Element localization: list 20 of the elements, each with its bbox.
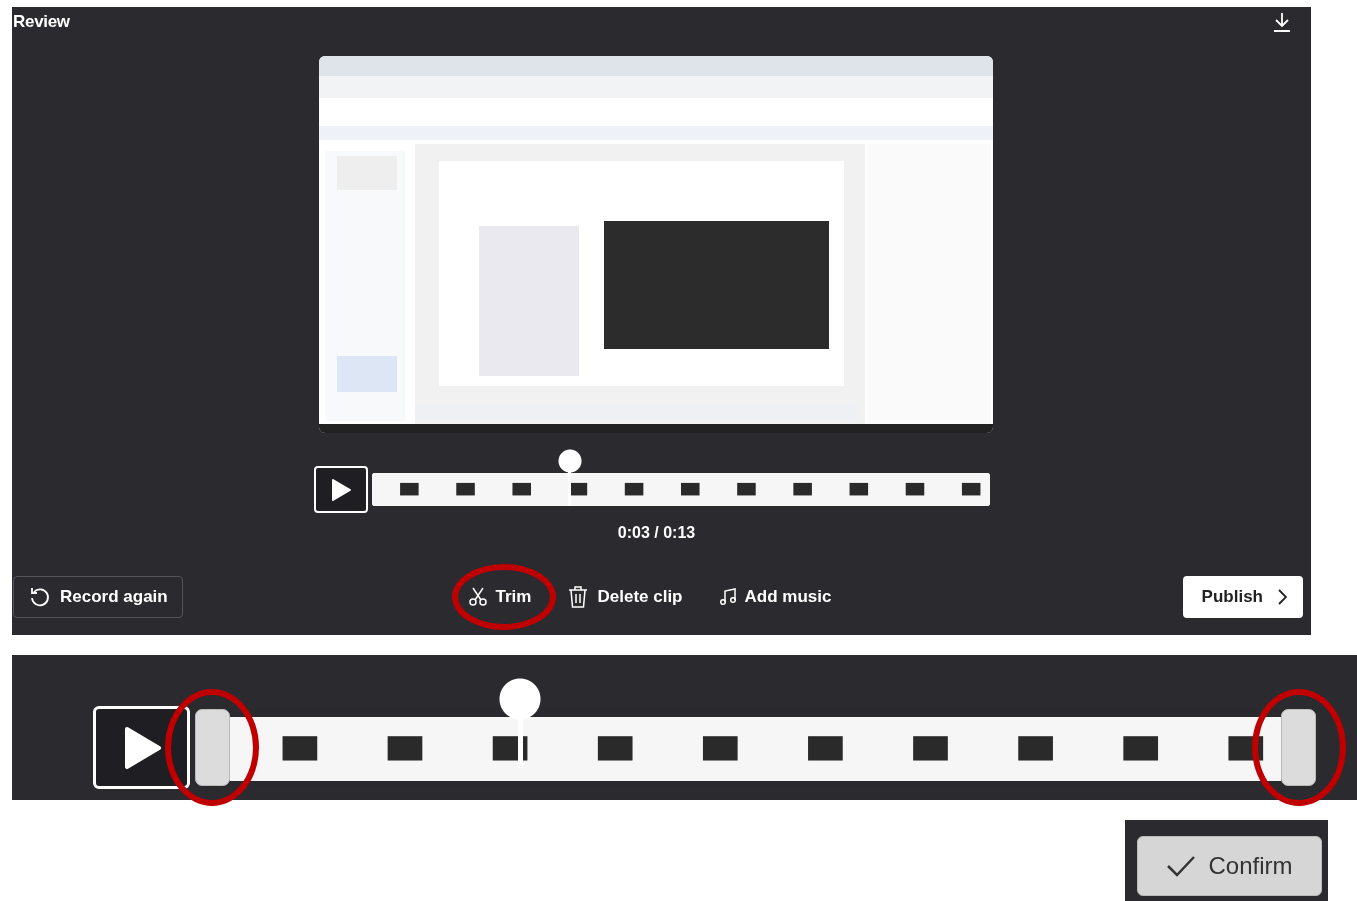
delete-clip-button[interactable]: Delete clip (568, 576, 683, 618)
play-icon (330, 477, 352, 502)
checkmark-icon (1166, 855, 1197, 877)
play-button[interactable] (93, 706, 190, 789)
trim-handle[interactable] (195, 709, 230, 786)
page-title: Review (13, 12, 70, 32)
publish-button[interactable]: Publish (1182, 576, 1303, 618)
trim-handle[interactable] (1281, 709, 1316, 786)
trim-button[interactable]: Trim (468, 576, 532, 618)
add-music-button[interactable]: Add music (719, 576, 832, 618)
scissors-icon (468, 587, 487, 607)
time-display: 0:03 / 0:13 (616, 524, 697, 542)
chevron-right-icon (1277, 589, 1287, 605)
trash-icon (568, 586, 589, 608)
download-icon[interactable] (1273, 12, 1291, 32)
confirm-button[interactable]: Confirm (1137, 836, 1322, 896)
record-again-button[interactable]: Record again (13, 576, 183, 618)
music-note-icon (719, 588, 736, 606)
play-button[interactable] (314, 466, 368, 513)
undo-icon (29, 586, 51, 608)
